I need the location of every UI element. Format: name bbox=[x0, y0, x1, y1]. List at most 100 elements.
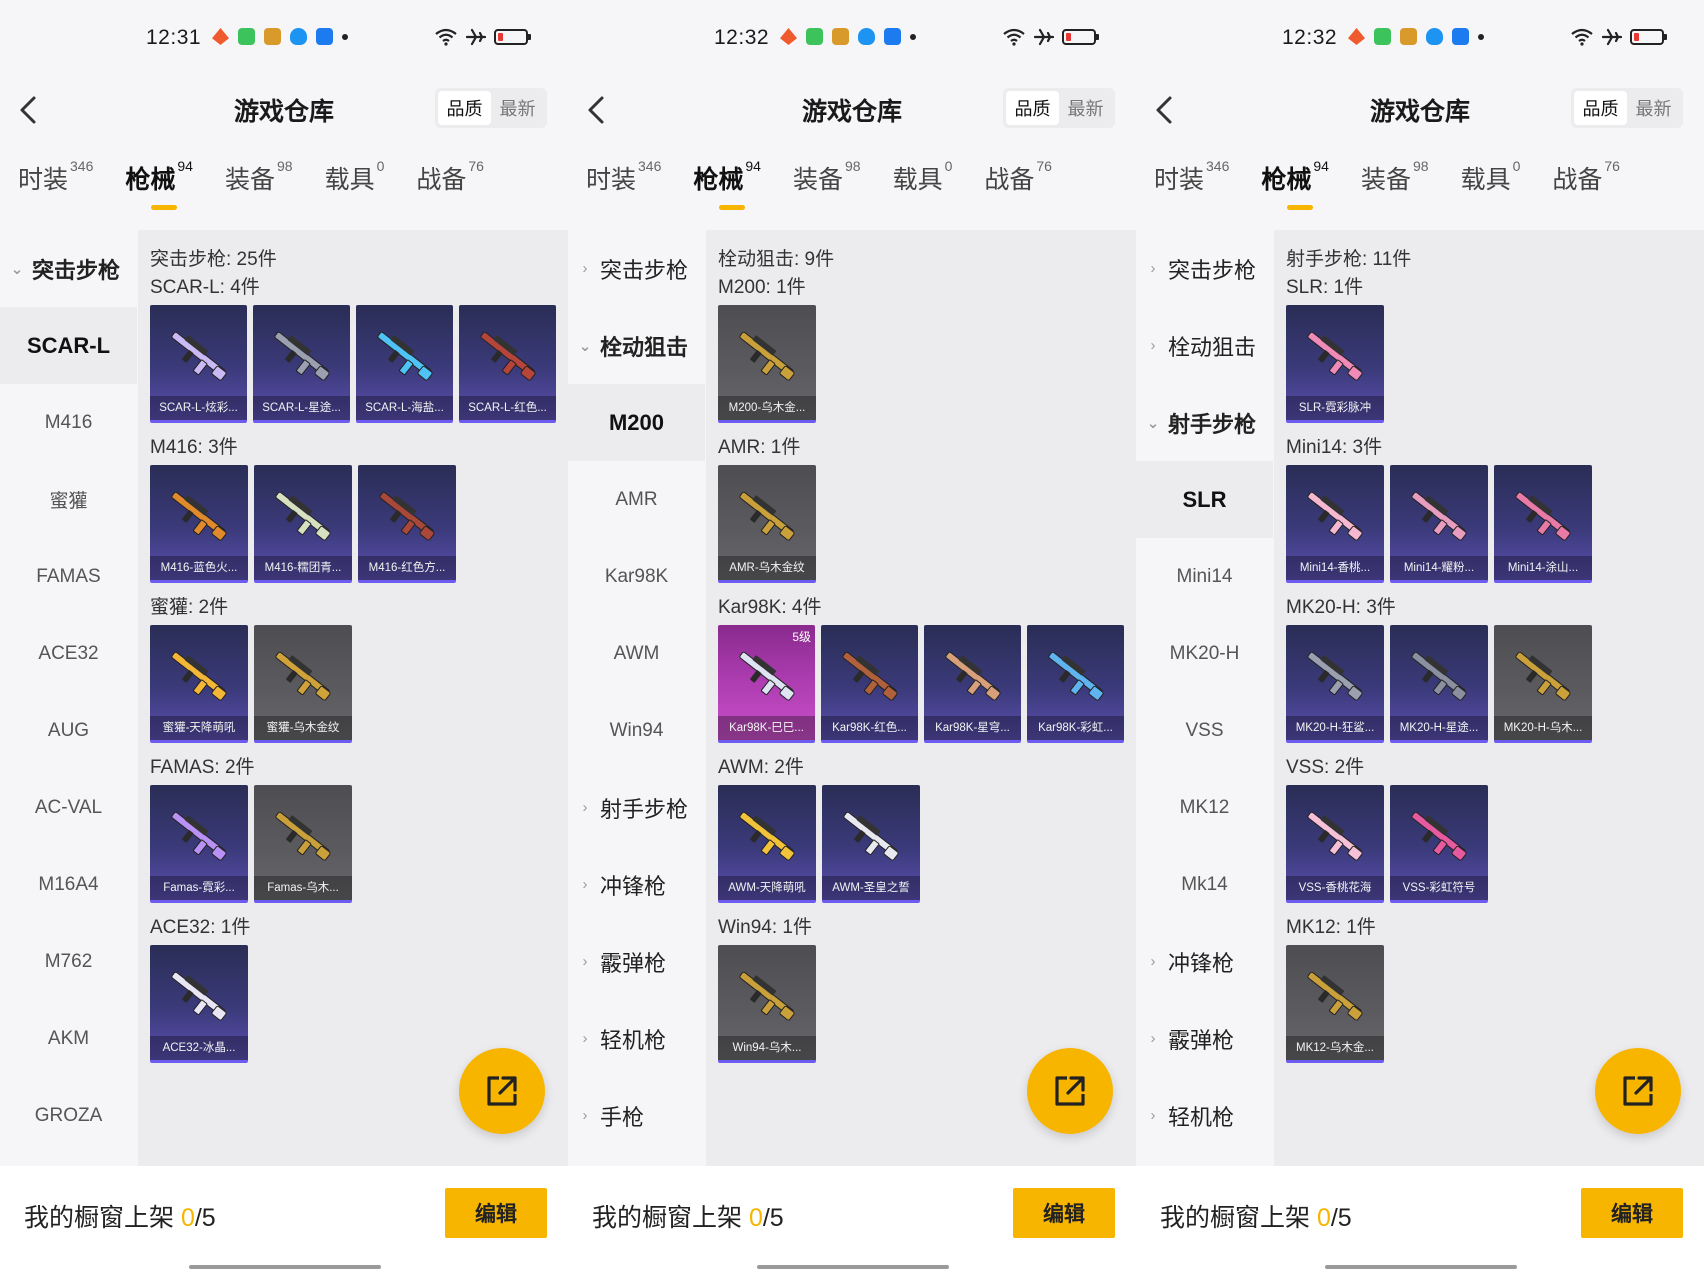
sidebar-group-label: 栓动狙击 bbox=[600, 334, 689, 360]
sidebar-item[interactable]: M16A4 bbox=[0, 846, 137, 923]
sidebar-group[interactable]: › 轻机枪 bbox=[568, 1000, 705, 1077]
weapon-skin-card[interactable]: VSS-香桃花海 bbox=[1286, 785, 1384, 903]
sidebar-item[interactable]: Kar98K bbox=[568, 538, 705, 615]
weapon-skin-card[interactable]: Kar98K-红色... bbox=[821, 625, 918, 743]
tab-时装[interactable]: 时装 346 bbox=[1154, 158, 1229, 196]
sort-newest-option[interactable]: 最新 bbox=[1059, 91, 1112, 125]
edit-button[interactable]: 编辑 bbox=[1013, 1188, 1115, 1238]
app-notification-icon bbox=[806, 28, 823, 45]
weapon-skin-card[interactable]: M416-蓝色火... bbox=[150, 465, 248, 583]
sidebar-item[interactable]: Win94 bbox=[568, 692, 705, 769]
sidebar-group[interactable]: ⌄ 射手步枪 bbox=[1136, 384, 1273, 461]
tab-枪械[interactable]: 枪械 94 bbox=[125, 158, 193, 210]
tab-战备[interactable]: 战备 76 bbox=[416, 158, 484, 196]
weapon-skin-card[interactable]: MK20-H-乌木... bbox=[1494, 625, 1592, 743]
sidebar-item[interactable]: Mk14 bbox=[1136, 846, 1273, 923]
weapon-skin-card[interactable]: AMR-乌木金纹 bbox=[718, 465, 816, 583]
sidebar-group[interactable]: ⌄ 突击步枪 bbox=[0, 230, 137, 307]
sidebar-group[interactable]: › 射手步枪 bbox=[568, 769, 705, 846]
weapon-skin-card[interactable]: Mini14-耀粉... bbox=[1390, 465, 1488, 583]
weapon-skin-card[interactable]: SLR-霓彩脉冲 bbox=[1286, 305, 1384, 423]
sidebar-item[interactable]: M416 bbox=[0, 384, 137, 461]
sidebar-item[interactable]: SLR bbox=[1136, 461, 1273, 538]
weapon-skin-card[interactable]: SCAR-L-红色... bbox=[459, 305, 556, 423]
sidebar-item[interactable]: Mini14 bbox=[1136, 538, 1273, 615]
weapon-skin-card[interactable]: AWM-圣皇之誓 bbox=[822, 785, 920, 903]
tab-装备[interactable]: 装备 98 bbox=[793, 158, 861, 196]
weapon-skin-card[interactable]: 5级 Kar98K-巳巳... bbox=[718, 625, 815, 743]
weapon-skin-card[interactable]: M416-红色方... bbox=[358, 465, 456, 583]
weapon-skin-card[interactable]: M416-糯团青... bbox=[254, 465, 352, 583]
sidebar-group[interactable]: › 突击步枪 bbox=[568, 230, 705, 307]
weapon-skin-card[interactable]: Kar98K-星穹... bbox=[924, 625, 1021, 743]
tab-战备[interactable]: 战备 76 bbox=[1552, 158, 1620, 196]
weapon-skin-card[interactable]: AWM-天降萌吼 bbox=[718, 785, 816, 903]
sidebar-group[interactable]: ⌄ 栓动狙击 bbox=[568, 307, 705, 384]
weapon-skin-card[interactable]: SCAR-L-星途... bbox=[253, 305, 350, 423]
edit-button[interactable]: 编辑 bbox=[1581, 1188, 1683, 1238]
weapon-skin-card[interactable]: Mini14-香桃... bbox=[1286, 465, 1384, 583]
sidebar-item[interactable]: FAMAS bbox=[0, 538, 137, 615]
weapon-skin-card[interactable]: Mini14-涂山... bbox=[1494, 465, 1592, 583]
sidebar-group[interactable]: › 突击步枪 bbox=[1136, 230, 1273, 307]
share-button[interactable] bbox=[459, 1048, 545, 1134]
tab-装备[interactable]: 装备 98 bbox=[1361, 158, 1429, 196]
sidebar-item[interactable]: AC-VAL bbox=[0, 769, 137, 846]
sidebar-item[interactable]: AWM bbox=[568, 615, 705, 692]
sort-quality-option[interactable]: 品质 bbox=[438, 91, 491, 125]
sidebar-item[interactable]: 蜜獾 bbox=[0, 461, 137, 538]
sort-newest-option[interactable]: 最新 bbox=[1627, 91, 1680, 125]
tab-载具[interactable]: 载具 0 bbox=[1461, 158, 1521, 196]
weapon-skin-card[interactable]: MK12-乌木金... bbox=[1286, 945, 1384, 1063]
sort-quality-option[interactable]: 品质 bbox=[1006, 91, 1059, 125]
tab-时装[interactable]: 时装 346 bbox=[586, 158, 661, 196]
weapon-skin-card[interactable]: 蜜獾-天降萌吼 bbox=[150, 625, 248, 743]
gun-icon bbox=[732, 635, 802, 715]
share-button[interactable] bbox=[1027, 1048, 1113, 1134]
weapon-skin-card[interactable]: M200-乌木金... bbox=[718, 305, 816, 423]
sidebar-item[interactable]: GROZA bbox=[0, 1077, 137, 1154]
sidebar-item[interactable]: MK20-H bbox=[1136, 615, 1273, 692]
weapon-skin-card[interactable]: Famas-霓彩... bbox=[150, 785, 248, 903]
weapon-skin-card[interactable]: VSS-彩虹符号 bbox=[1390, 785, 1488, 903]
sidebar-group[interactable]: › 轻机枪 bbox=[1136, 1077, 1273, 1154]
tab-时装[interactable]: 时装 346 bbox=[18, 158, 93, 196]
sidebar-group[interactable]: › 霰弹枪 bbox=[568, 923, 705, 1000]
weapon-skin-card[interactable]: SCAR-L-炫彩... bbox=[150, 305, 247, 423]
weapon-skin-card[interactable]: SCAR-L-海盐... bbox=[356, 305, 453, 423]
home-indicator[interactable] bbox=[189, 1265, 381, 1269]
tab-载具[interactable]: 载具 0 bbox=[893, 158, 953, 196]
sidebar-item[interactable]: M762 bbox=[0, 923, 137, 1000]
sidebar-item[interactable]: MK12 bbox=[1136, 769, 1273, 846]
sidebar-group[interactable]: › 霰弹枪 bbox=[1136, 1000, 1273, 1077]
sidebar-group[interactable]: › 冲锋枪 bbox=[568, 846, 705, 923]
sort-quality-option[interactable]: 品质 bbox=[1574, 91, 1627, 125]
home-indicator[interactable] bbox=[1325, 1265, 1517, 1269]
sidebar-item[interactable]: AUG bbox=[0, 692, 137, 769]
sidebar-item[interactable]: ACE32 bbox=[0, 615, 137, 692]
sidebar-group[interactable]: › 栓动狙击 bbox=[1136, 307, 1273, 384]
weapon-skin-card[interactable]: Kar98K-彩虹... bbox=[1027, 625, 1124, 743]
weapon-skin-card[interactable]: MK20-H-星途... bbox=[1390, 625, 1488, 743]
sidebar-item[interactable]: SCAR-L bbox=[0, 307, 137, 384]
sidebar-group[interactable]: › 手枪 bbox=[568, 1077, 705, 1154]
sidebar-item[interactable]: VSS bbox=[1136, 692, 1273, 769]
share-button[interactable] bbox=[1595, 1048, 1681, 1134]
sidebar-item[interactable]: M200 bbox=[568, 384, 705, 461]
weapon-skin-card[interactable]: 蜜獾-乌木金纹 bbox=[254, 625, 352, 743]
tab-枪械[interactable]: 枪械 94 bbox=[693, 158, 761, 210]
tab-装备[interactable]: 装备 98 bbox=[225, 158, 293, 196]
tab-战备[interactable]: 战备 76 bbox=[984, 158, 1052, 196]
sort-newest-option[interactable]: 最新 bbox=[491, 91, 544, 125]
weapon-skin-card[interactable]: Famas-乌木... bbox=[254, 785, 352, 903]
weapon-skin-card[interactable]: ACE32-冰晶... bbox=[150, 945, 248, 1063]
edit-button[interactable]: 编辑 bbox=[445, 1188, 547, 1238]
tab-载具[interactable]: 载具 0 bbox=[325, 158, 385, 196]
weapon-skin-card[interactable]: MK20-H-狂鲨... bbox=[1286, 625, 1384, 743]
weapon-skin-card[interactable]: Win94-乌木... bbox=[718, 945, 816, 1063]
tab-枪械[interactable]: 枪械 94 bbox=[1261, 158, 1329, 210]
sidebar-group[interactable]: › 冲锋枪 bbox=[1136, 923, 1273, 1000]
home-indicator[interactable] bbox=[757, 1265, 949, 1269]
sidebar-item[interactable]: AMR bbox=[568, 461, 705, 538]
sidebar-item[interactable]: AKM bbox=[0, 1000, 137, 1077]
